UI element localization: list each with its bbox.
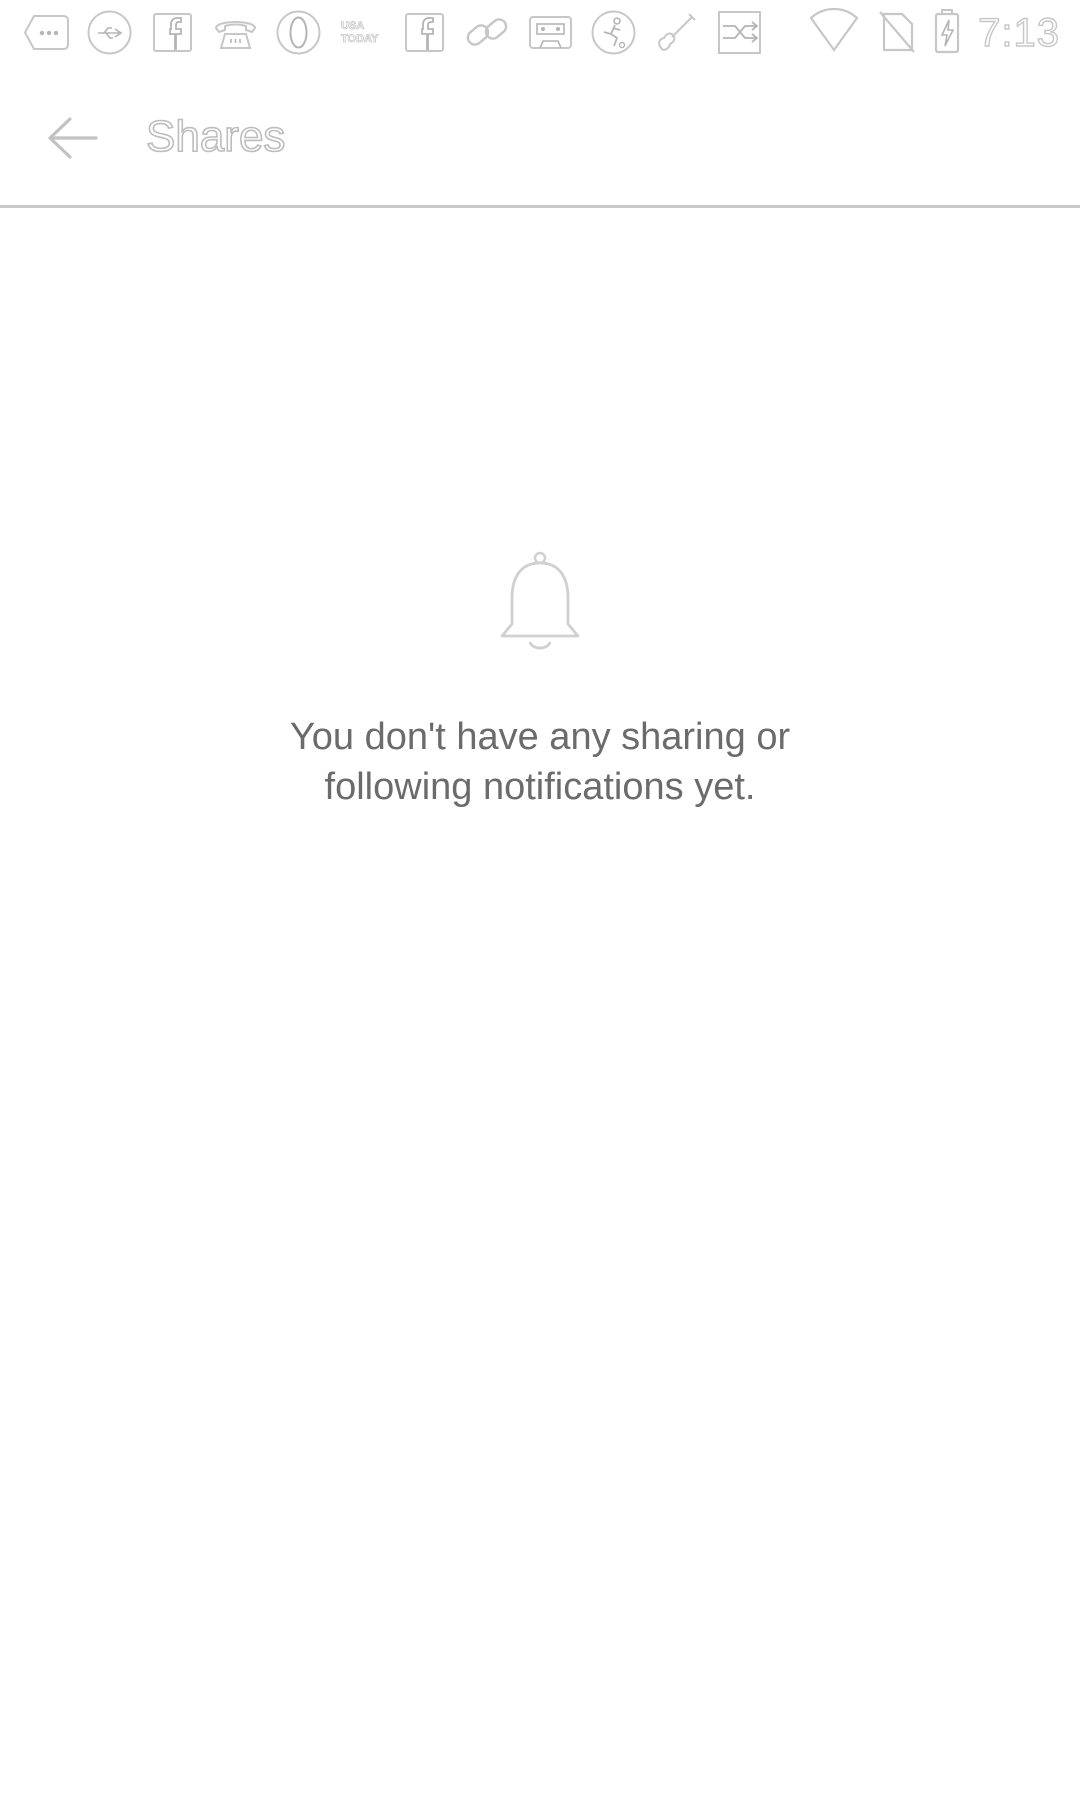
system-icons: 7:13 [808,7,1060,59]
notification-icons: USA TODAY [22,8,764,57]
cassette-icon [526,8,575,57]
back-arrow-icon [44,114,100,167]
wifi-icon [808,7,860,59]
page-title: Shares [145,111,286,162]
facebook-icon [400,8,449,57]
bell-icon [492,548,588,658]
svg-text:USA: USA [341,20,364,32]
app-bar: Shares [0,66,1080,208]
svg-text:TODAY: TODAY [341,33,379,45]
soccer-icon [589,8,638,57]
empty-state-message: You don't have any sharing or following … [289,716,791,808]
more-dots-icon [22,8,71,57]
telephone-icon [211,8,260,57]
no-sim-icon [876,8,916,59]
split-arrow-icon [715,8,764,57]
back-button[interactable] [36,104,108,176]
empty-state: You don't have any sharing or following … [0,548,1080,812]
usa-today-icon: USA TODAY [337,8,386,57]
usb-icon [85,8,134,57]
facebook-icon [148,8,197,57]
status-time: 7:13 [977,10,1060,55]
opera-icon [274,8,323,57]
violin-icon [652,8,701,57]
status-bar: USA TODAY 7:13 [0,0,1080,66]
link-icon [463,8,512,57]
battery-charging-icon [932,8,962,59]
